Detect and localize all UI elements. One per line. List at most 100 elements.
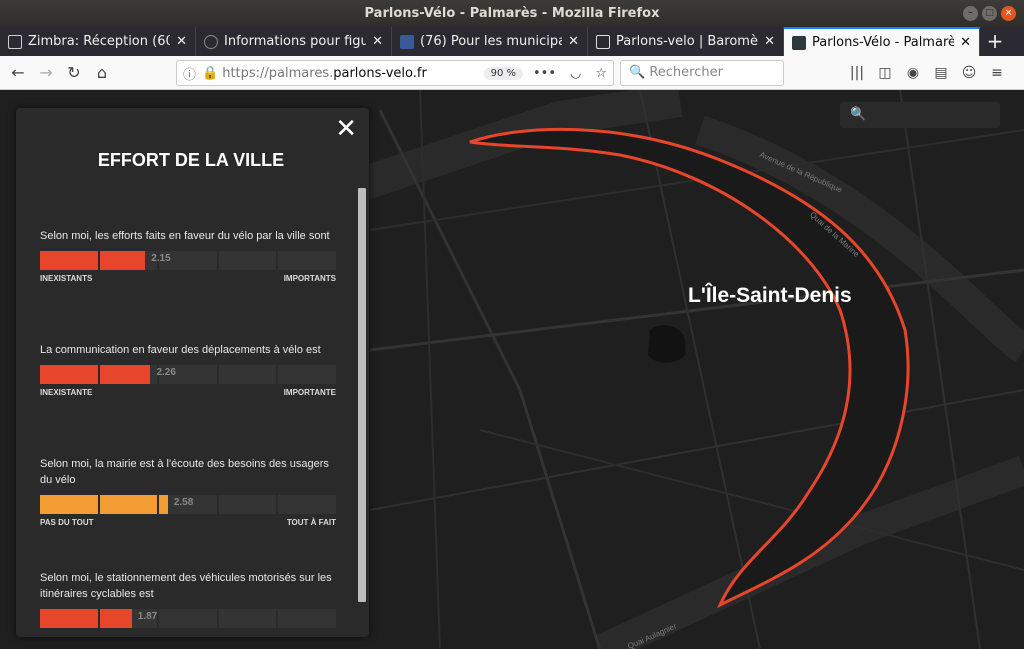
home-icon[interactable]: ⌂ — [88, 59, 116, 87]
bar-fill — [99, 495, 158, 514]
library-icon[interactable]: ||| — [848, 59, 866, 87]
scale-min-label: INEXISTANTS — [40, 274, 93, 283]
document-icon[interactable]: ▤ — [932, 59, 950, 87]
tab-label: Informations pour figure — [224, 34, 367, 49]
tab-close-icon[interactable]: ✕ — [372, 34, 383, 49]
tab-palmares[interactable]: Parlons-Vélo - Palmarès ✕ — [784, 27, 980, 56]
account-icon[interactable]: ☺ — [960, 59, 978, 87]
scale-labels: PAS DU TOUT TOUT À FAIT — [40, 518, 336, 527]
more-actions-icon[interactable]: ••• — [533, 66, 556, 81]
scale-min-label: INEXISTANTE — [40, 388, 93, 397]
info-icon — [204, 34, 218, 49]
bar-segment — [218, 365, 277, 384]
score-value: 2.26 — [156, 367, 176, 378]
tab-label: Parlons-Vélo - Palmarès — [812, 35, 955, 50]
scale-max-label: IMPORTANTE — [283, 388, 336, 397]
score-bar: 2.58 — [40, 495, 336, 514]
bar-segment — [218, 495, 277, 514]
scale-labels: INEXISTANTS IMPORTANTS — [40, 274, 336, 283]
close-window-icon[interactable]: × — [1001, 6, 1016, 21]
maximize-icon[interactable]: □ — [982, 6, 997, 21]
bar-segment — [218, 609, 277, 628]
bar-segment — [278, 609, 336, 628]
map-search-input[interactable]: 🔍 — [840, 102, 1000, 128]
bar-segment — [278, 365, 336, 384]
info-icon[interactable]: ⓘ — [183, 64, 196, 83]
minimize-icon[interactable]: – — [963, 6, 978, 21]
bar-segment — [278, 495, 336, 514]
scrollbar[interactable] — [358, 188, 366, 602]
bar-fill — [159, 495, 168, 514]
panel-title: EFFORT DE LA VILLE — [97, 150, 285, 170]
score-value: 1.87 — [137, 611, 158, 622]
zoom-badge[interactable]: 90 % — [483, 66, 523, 80]
reload-icon[interactable]: ↻ — [60, 59, 88, 87]
bar-segment — [218, 251, 277, 270]
bar-segment — [40, 251, 98, 270]
tab-label: Zimbra: Réception (6073 — [28, 34, 170, 49]
lock-icon: 🔒 — [202, 65, 219, 81]
extension-icon[interactable]: ◉ — [904, 59, 922, 87]
scale-max-label: TOUT À FAIT — [286, 518, 336, 527]
question-text: Selon moi, la mairie est à l'écoute des … — [40, 458, 329, 486]
effort-panel: ✕ EFFORT DE LA VILLE Selon moi, les effo… — [16, 108, 369, 637]
bar-segment — [40, 609, 98, 628]
pocket-icon[interactable]: ◡ — [570, 66, 581, 81]
bar-segment — [99, 365, 158, 384]
tab-barometre[interactable]: Parlons-velo | Baromètre ✕ — [588, 27, 784, 56]
search-placeholder: Rechercher — [649, 65, 723, 80]
sidebar-icon[interactable]: ◫ — [876, 59, 894, 87]
question-item: Selon moi, le stationnement des véhicule… — [40, 570, 340, 628]
score-bar: 1.87 — [40, 609, 336, 628]
bar-segment — [40, 365, 98, 384]
question-item: Selon moi, les efforts faits en faveur d… — [40, 228, 340, 283]
page-icon — [596, 34, 610, 49]
tab-close-icon[interactable]: ✕ — [960, 35, 971, 50]
site-icon — [792, 35, 806, 50]
bookmark-star-icon[interactable]: ☆ — [595, 66, 607, 81]
navigation-bar: ← → ↻ ⌂ ⓘ 🔒 https://palmares. parlons-vel… — [0, 56, 1024, 90]
bar-fill — [40, 495, 98, 514]
scale-labels: INEXISTANTE IMPORTANTE — [40, 388, 336, 397]
window-title-bar: Parlons-Vélo - Palmarès - Mozilla Firefo… — [0, 0, 1024, 27]
url-host: parlons-velo.fr — [333, 65, 427, 81]
tab-informations[interactable]: Informations pour figure ✕ — [196, 27, 392, 56]
tab-zimbra[interactable]: Zimbra: Réception (6073 ✕ — [0, 27, 196, 56]
tab-close-icon[interactable]: ✕ — [764, 34, 775, 49]
forward-icon[interactable]: → — [32, 59, 60, 87]
search-input[interactable]: 🔍 Rechercher — [620, 60, 784, 86]
tab-label: Parlons-velo | Baromètre — [616, 34, 758, 49]
question-text: Selon moi, le stationnement des véhicule… — [40, 572, 332, 600]
question-item: La communication en faveur des déplaceme… — [40, 342, 340, 397]
city-label: L'Île-Saint-Denis — [688, 284, 852, 307]
new-tab-icon[interactable]: + — [980, 27, 1010, 56]
scale-max-label: IMPORTANTS — [283, 274, 336, 283]
score-value: 2.15 — [151, 253, 171, 264]
tab-close-icon[interactable]: ✕ — [176, 34, 187, 49]
score-value: 2.58 — [173, 497, 194, 508]
score-bar: 2.26 — [40, 365, 336, 384]
question-item: Selon moi, la mairie est à l'écoute des … — [40, 456, 340, 527]
tab-close-icon[interactable]: ✕ — [568, 34, 579, 49]
tab-facebook[interactable]: (76) Pour les municipales ✕ — [392, 27, 588, 56]
menu-icon[interactable]: ≡ — [988, 59, 1006, 87]
bar-fill — [40, 365, 98, 384]
bar-segment — [40, 495, 98, 514]
scale-min-label: PAS DU TOUT — [40, 518, 94, 527]
window-title: Parlons-Vélo - Palmarès - Mozilla Firefo… — [364, 6, 660, 21]
tab-bar: Zimbra: Réception (6073 ✕ Informations p… — [0, 27, 1024, 56]
close-icon[interactable]: ✕ — [335, 114, 357, 144]
score-bar: 2.15 — [40, 251, 336, 270]
bar-segment — [99, 495, 158, 514]
question-text: La communication en faveur des déplaceme… — [40, 344, 321, 356]
url-prefix: https://palmares. — [222, 65, 334, 81]
url-bar[interactable]: ⓘ 🔒 https://palmares. parlons-velo.fr 90 … — [176, 60, 614, 86]
back-icon[interactable]: ← — [4, 59, 32, 87]
bar-fill — [99, 251, 146, 270]
bar-segment — [159, 609, 217, 628]
bar-fill — [99, 365, 151, 384]
bar-segment — [99, 251, 158, 270]
search-icon: 🔍 — [850, 107, 867, 122]
bar-fill — [40, 251, 98, 270]
question-text: Selon moi, les efforts faits en faveur d… — [40, 230, 330, 242]
